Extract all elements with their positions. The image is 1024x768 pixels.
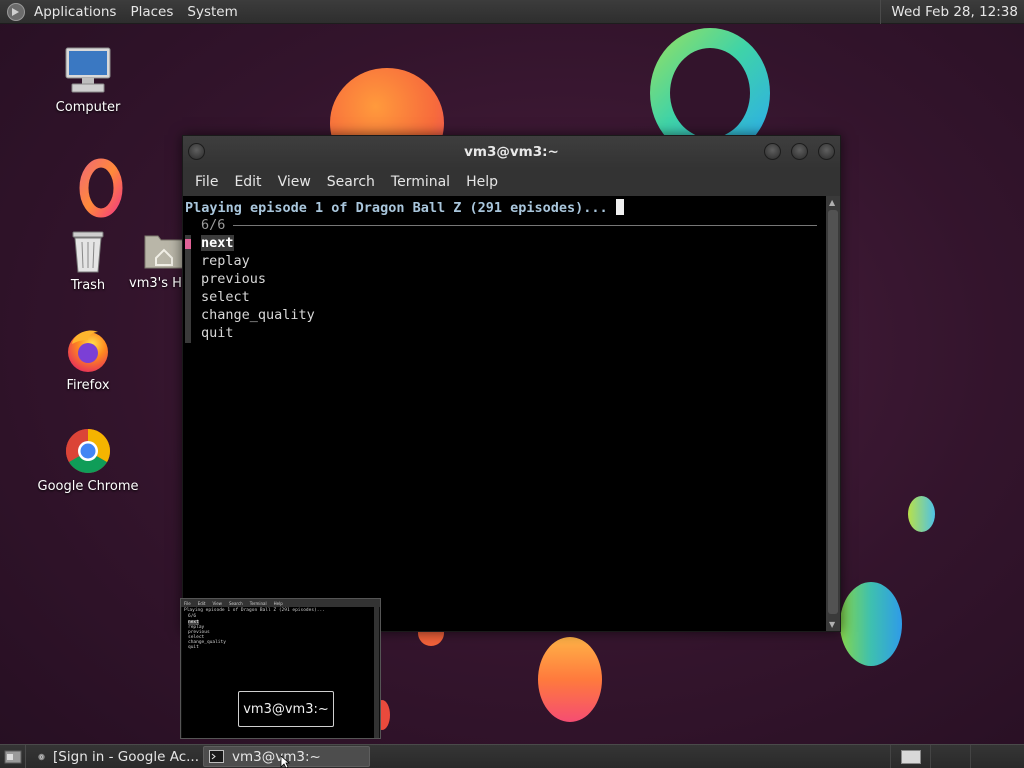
desktop-icon-home[interactable]: vm3's Ho	[108, 228, 190, 291]
workspace-2[interactable]	[930, 745, 970, 768]
match-counter: 6/6	[201, 217, 226, 233]
status-text: Playing episode 1 of Dragon Ball Z (291 …	[185, 200, 608, 216]
show-desktop-button[interactable]	[0, 745, 26, 768]
mouse-cursor-icon	[280, 755, 290, 768]
terminal-output[interactable]: Playing episode 1 of Dragon Ball Z (291 …	[183, 196, 826, 631]
terminal-menubar: File Edit View Search Terminal Help	[183, 168, 840, 196]
minimize-button[interactable]	[764, 143, 781, 160]
option-replay[interactable]: replay	[201, 253, 250, 269]
preview-menu-item: Edit	[197, 600, 206, 606]
desktop-icon-label: vm3's Ho	[129, 276, 190, 291]
taskbar-item-label: vm3@vm3:~	[232, 748, 321, 765]
menu-search[interactable]: Search	[319, 174, 383, 190]
chrome-icon	[66, 429, 110, 473]
status-line: Playing episode 1 of Dragon Ball Z (291 …	[185, 199, 624, 216]
menu-file[interactable]: File	[187, 174, 226, 190]
show-desktop-icon	[4, 750, 21, 763]
desktop-icon-label: Google Chrome	[37, 479, 139, 494]
system-menu[interactable]: System	[181, 0, 245, 24]
separator-line	[233, 225, 817, 226]
pointer-marker	[185, 239, 191, 249]
menu-terminal[interactable]: Terminal	[383, 174, 458, 190]
computer-icon	[65, 47, 111, 93]
places-menu[interactable]: Places	[124, 0, 181, 24]
wallpaper-blob	[908, 496, 935, 532]
menu-edit[interactable]: Edit	[226, 174, 269, 190]
terminal-scrollbar[interactable]: ▲ ▼	[826, 196, 840, 631]
terminal-window: vm3@vm3:~ File Edit View Search Terminal…	[182, 135, 841, 632]
option-previous[interactable]: previous	[201, 271, 266, 287]
window-titlebar[interactable]: vm3@vm3:~	[183, 136, 840, 168]
workspace-1[interactable]	[890, 745, 930, 768]
wallpaper-blob	[538, 637, 602, 722]
preview-menubar: File Edit View Search Terminal Help	[181, 599, 380, 607]
preview-menu-item: File	[184, 600, 191, 606]
home-folder-icon	[144, 235, 184, 269]
scrollbar-thumb[interactable]	[828, 210, 838, 614]
top-panel: Applications Places System Wed Feb 28, 1…	[0, 0, 1024, 24]
desktop-icon-computer[interactable]: Computer	[33, 44, 143, 115]
chrome-icon	[38, 753, 45, 760]
taskbar-item-label: [Sign in - Google Ac...	[53, 748, 199, 765]
wallpaper-blob	[840, 582, 902, 666]
menu-view[interactable]: View	[270, 174, 319, 190]
maximize-button[interactable]	[791, 143, 808, 160]
workspace-thumbnail	[900, 749, 921, 764]
preview-menu-item: View	[212, 600, 222, 606]
window-title: vm3@vm3:~	[464, 144, 559, 160]
applications-menu[interactable]: Applications	[32, 0, 124, 24]
option-quit[interactable]: quit	[201, 325, 234, 341]
selection-gutter	[185, 235, 191, 343]
scroll-down-icon[interactable]: ▼	[829, 620, 835, 629]
text-cursor	[615, 199, 624, 215]
bottom-panel: [Sign in - Google Ac... vm3@vm3:~	[0, 744, 1024, 768]
close-button[interactable]	[818, 143, 835, 160]
taskbar-item-chrome[interactable]: [Sign in - Google Ac...	[33, 746, 199, 767]
workspace-3[interactable]	[970, 745, 1010, 768]
desktop-icon-label: Firefox	[66, 378, 110, 393]
preview-counter: 6/6	[188, 614, 197, 619]
scroll-up-icon[interactable]: ▲	[829, 198, 835, 207]
terminal-icon	[209, 750, 224, 763]
wallpaper-small-ring	[79, 158, 123, 218]
desktop-icon-label: Computer	[55, 100, 121, 115]
firefox-icon	[68, 330, 108, 372]
preview-scrollbar	[374, 607, 379, 738]
preview-option: quit	[188, 645, 199, 650]
desktop-icon-chrome[interactable]: Google Chrome	[33, 427, 143, 494]
window-menu-button[interactable]	[188, 143, 205, 160]
option-next[interactable]: next	[201, 235, 234, 251]
option-change-quality[interactable]: change_quality	[201, 307, 315, 323]
menu-help[interactable]: Help	[458, 174, 506, 190]
preview-status: Playing episode 1 of Dragon Ball Z (291 …	[184, 608, 325, 613]
option-select[interactable]: select	[201, 289, 250, 305]
preview-menu-item: Help	[273, 600, 283, 606]
clock[interactable]: Wed Feb 28, 12:38	[880, 0, 1024, 24]
preview-label: vm3@vm3:~	[238, 691, 334, 727]
trash-icon	[72, 231, 104, 273]
preview-menu-item: Terminal	[249, 600, 267, 606]
mate-logo-icon[interactable]	[6, 2, 26, 22]
desktop-icon-firefox[interactable]: Firefox	[33, 326, 143, 393]
preview-menu-item: Search	[228, 600, 243, 606]
